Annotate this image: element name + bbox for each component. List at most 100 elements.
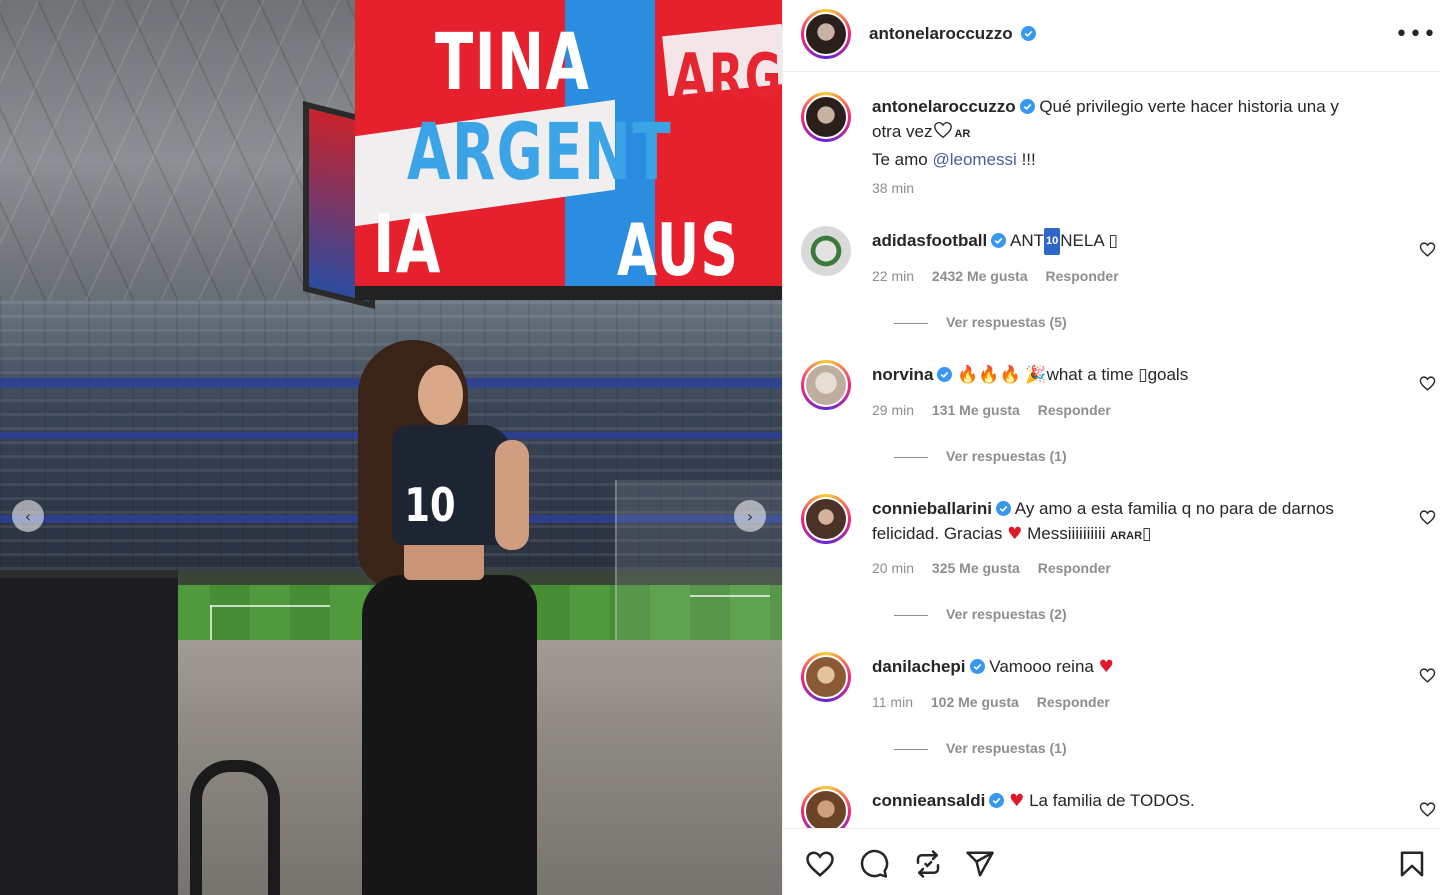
caption-text: antonelaroccuzzo Qué privilegio verte ha…	[872, 94, 1392, 172]
verified-icon	[1019, 99, 1035, 114]
commenter-avatar[interactable]	[801, 226, 851, 276]
comment-text: danilachepi Vamooo reina ♥	[872, 654, 1392, 680]
caption-time[interactable]: 38 min	[872, 180, 914, 196]
comment-likes[interactable]: 2432 Me gusta	[932, 268, 1028, 284]
fire-emoji: 🔥🔥🔥	[957, 365, 1021, 385]
person	[495, 440, 529, 550]
comment-text: norvina 🔥🔥🔥 🎉what a time ▯goals	[872, 362, 1392, 388]
like-comment-icon[interactable]	[1419, 509, 1436, 526]
save-icon[interactable]	[1397, 849, 1427, 879]
red-heart-emoji: ♥	[1007, 524, 1023, 544]
person	[362, 575, 537, 895]
more-options-button[interactable]: •••	[1395, 22, 1437, 47]
comment-text-part: NELA	[1060, 231, 1104, 250]
author-block: antonelaroccuzzo	[869, 24, 1037, 44]
author-username[interactable]: antonelaroccuzzo	[869, 24, 1013, 43]
comment-likes[interactable]: 102 Me gusta	[931, 694, 1019, 710]
red-heart-emoji: ♥	[1009, 791, 1025, 811]
verified-icon	[969, 659, 985, 674]
red-heart-emoji: ♥	[1098, 657, 1114, 677]
flag-ar: AR	[954, 128, 971, 140]
view-replies-label: Ver respuestas (2)	[946, 606, 1067, 622]
next-photo-button[interactable]: ›	[734, 500, 766, 532]
comment-username[interactable]: connieballarini	[872, 499, 992, 518]
comment-text-part: ANT	[1010, 231, 1045, 250]
comment-text-part: ▯	[1108, 231, 1118, 250]
reply-button[interactable]: Responder	[1038, 402, 1111, 418]
verified-icon	[995, 501, 1011, 516]
comment-icon[interactable]	[859, 849, 889, 879]
flag-ar: ARAR	[1110, 530, 1143, 542]
like-comment-icon[interactable]	[1419, 667, 1436, 684]
desk	[0, 578, 178, 895]
comment-text-part: what a time ▯goals	[1046, 365, 1189, 384]
like-comment-icon[interactable]	[1419, 375, 1436, 392]
comment-likes[interactable]: 131 Me gusta	[932, 402, 1020, 418]
view-replies-button[interactable]: Ver respuestas (1)	[894, 740, 1067, 756]
comment-time[interactable]: 11 min	[872, 694, 913, 710]
like-comment-icon[interactable]	[1419, 241, 1436, 258]
party-emoji: 🎉	[1025, 365, 1047, 385]
screen-text: ARG	[673, 40, 782, 113]
view-replies-label: Ver respuestas (5)	[946, 314, 1067, 330]
author-avatar[interactable]	[801, 92, 851, 142]
commenter-avatar[interactable]	[801, 360, 851, 410]
mention-link[interactable]: @leomessi	[932, 150, 1016, 169]
chair	[190, 760, 280, 895]
commenter-avatar[interactable]	[801, 494, 851, 544]
like-comment-icon[interactable]	[1419, 801, 1436, 818]
comment-text-part: felicidad. Gracias	[872, 524, 1003, 543]
caption-line: !!!	[1021, 150, 1036, 169]
comment-likes[interactable]: 325 Me gusta	[932, 560, 1020, 576]
view-replies-button[interactable]: Ver respuestas (5)	[894, 314, 1067, 330]
send-icon[interactable]	[965, 849, 995, 879]
jersey-number: 10	[404, 478, 456, 532]
verified-icon	[937, 367, 953, 382]
post-photo[interactable]: TINA ARGENT IA AUS ARG 10 ‹ ›	[0, 0, 782, 895]
comment-text-part: Messiiiiiiiiii	[1027, 524, 1106, 543]
post-header: antonelaroccuzzo •••	[783, 0, 1440, 72]
post-action-bar	[783, 828, 1440, 895]
screen-text: TINA	[435, 18, 591, 108]
screen-text: ARGENT	[407, 108, 673, 198]
comment-username[interactable]: adidasfootball	[872, 231, 987, 250]
comment-meta: 20 min 325 Me gusta Responder	[872, 560, 1125, 576]
previous-photo-button[interactable]: ‹	[12, 500, 44, 532]
caption-username[interactable]: antonelaroccuzzo	[872, 97, 1016, 116]
comment-username[interactable]: danilachepi	[872, 657, 966, 676]
comment-text: connieansaldi ♥ La familia de TODOS.	[872, 788, 1392, 814]
comment-text: adidasfootball ANT 10 NELA ▯	[872, 228, 1392, 255]
jumbotron: TINA ARGENT IA AUS ARG	[355, 0, 782, 300]
reply-button[interactable]: Responder	[1046, 268, 1119, 284]
comment-text-part: Ay amo a esta familia q no para de darno…	[1014, 499, 1334, 518]
reply-button[interactable]: Responder	[1038, 560, 1111, 576]
comment-text: connieballarini Ay amo a esta familia q …	[872, 496, 1392, 549]
comment-username[interactable]: connieansaldi	[872, 791, 985, 810]
comment-username[interactable]: norvina	[872, 365, 933, 384]
comment-meta: 11 min 102 Me gusta Responder	[872, 694, 1124, 710]
screen-text: IA	[373, 198, 442, 291]
person	[404, 540, 484, 580]
repost-icon[interactable]	[913, 849, 943, 879]
view-replies-button[interactable]: Ver respuestas (1)	[894, 448, 1067, 464]
comment-time[interactable]: 29 min	[872, 402, 914, 418]
reply-button[interactable]: Responder	[1037, 694, 1110, 710]
post-details-panel: antonelaroccuzzo ••• antonelaroccuzzo Qu…	[782, 0, 1440, 895]
view-replies-button[interactable]: Ver respuestas (2)	[894, 606, 1067, 622]
verified-icon	[991, 233, 1007, 248]
caption-line: Te amo	[872, 150, 928, 169]
screen-text: AUS	[617, 208, 740, 292]
verified-icon	[989, 793, 1005, 808]
commenter-avatar[interactable]	[801, 652, 851, 702]
author-avatar[interactable]	[801, 9, 851, 59]
view-replies-label: Ver respuestas (1)	[946, 740, 1067, 756]
comment-time[interactable]: 20 min	[872, 560, 914, 576]
keycap-ten-emoji: 10	[1044, 228, 1061, 255]
like-icon[interactable]	[805, 849, 835, 879]
comment-text-part: ▯	[1142, 524, 1152, 543]
comment-time[interactable]: 22 min	[872, 268, 914, 284]
comment-meta: 29 min 131 Me gusta Responder	[872, 402, 1125, 418]
caption-meta: 38 min	[872, 180, 928, 196]
comment-text-part: La familia de TODOS.	[1029, 791, 1195, 810]
comment-text-part: Vamooo reina	[989, 657, 1094, 676]
